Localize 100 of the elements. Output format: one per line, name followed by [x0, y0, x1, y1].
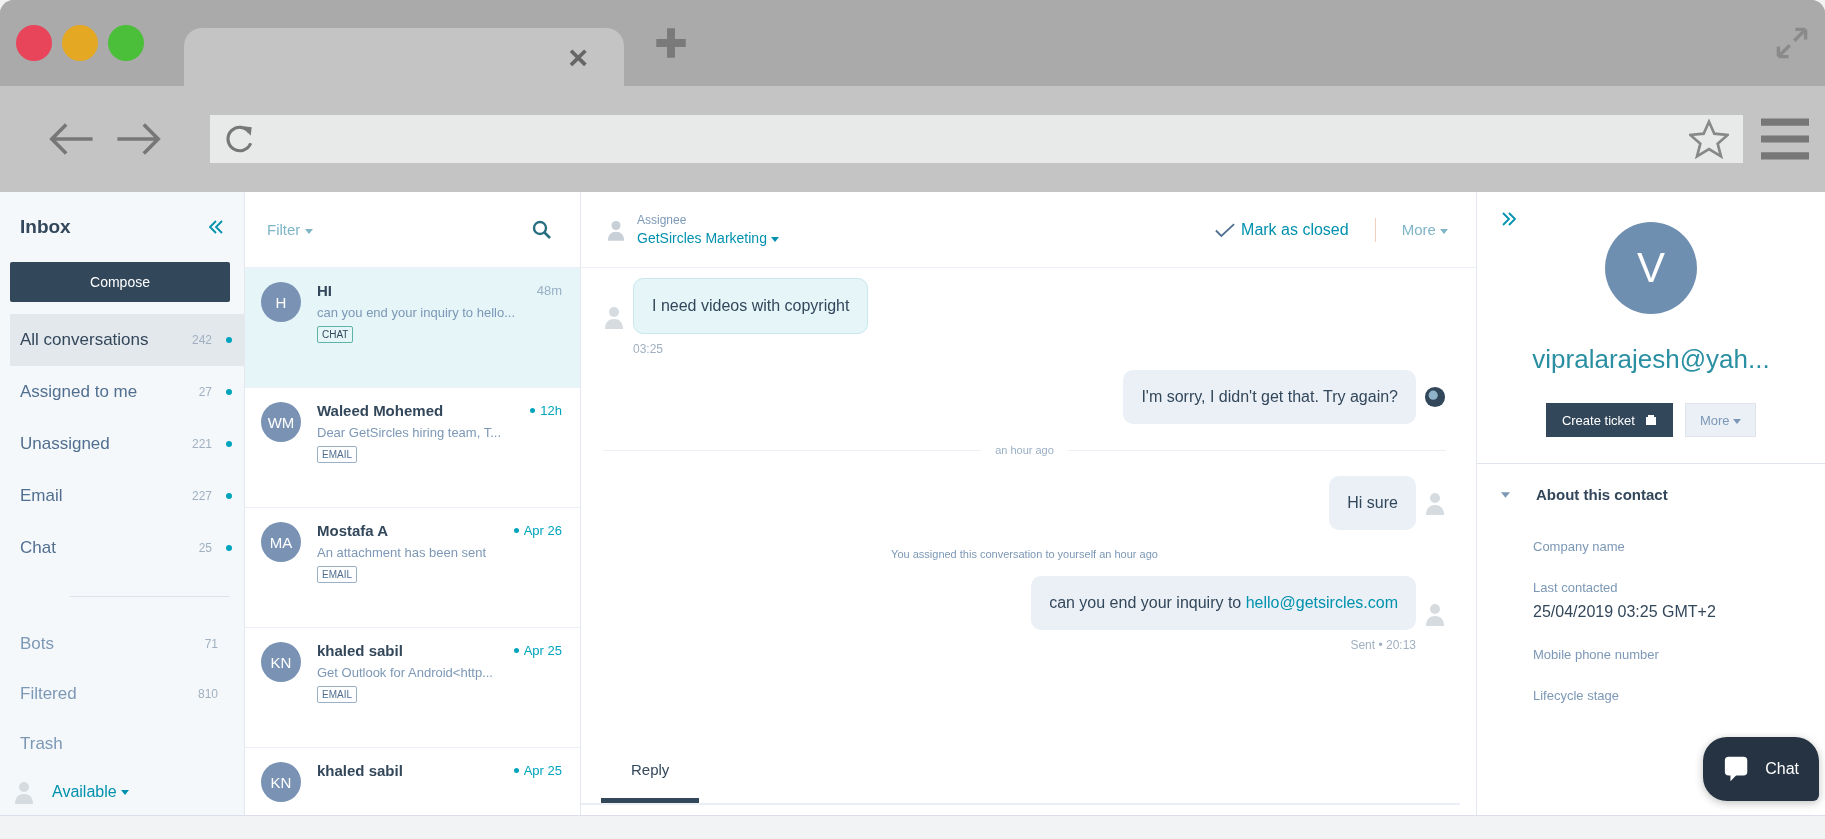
close-window-button[interactable] — [16, 25, 52, 61]
person-icon — [607, 218, 625, 241]
field-label: Mobile phone number — [1533, 647, 1660, 662]
contact-email[interactable]: vipralarajesh@yah... — [1532, 344, 1770, 375]
inbox-item-label: Unassigned — [20, 434, 111, 454]
field-label: Company name — [1533, 539, 1626, 554]
tab-close-button[interactable]: × — [568, 40, 588, 74]
channel-tag: EMAIL — [317, 446, 357, 463]
time-label: 48m — [536, 283, 562, 298]
message-preview: can you end your inquiry to hello... — [317, 305, 516, 320]
avatar: WM — [261, 402, 301, 442]
bot-avatar-icon — [1424, 385, 1446, 409]
message-text: can you end your inquiry to — [1049, 594, 1242, 611]
caret-icon — [1440, 228, 1448, 234]
message-preview: Get Outlook for Android<http... — [317, 665, 494, 680]
message-bubble: I'm sorry, I didn't get that. Try again? — [1123, 370, 1416, 424]
chat-button[interactable]: Chat — [1703, 737, 1819, 801]
more-button[interactable]: More — [1684, 403, 1757, 437]
channel-tag: EMAIL — [317, 566, 357, 583]
mark-as-closed-button[interactable]: Mark as closed — [1215, 220, 1349, 239]
time-divider-label: an hour ago — [995, 444, 1054, 456]
contact-name: khaled sabil — [317, 762, 403, 779]
assignee-dropdown[interactable]: GetSircles Marketing — [637, 230, 779, 246]
menu-icon[interactable] — [1761, 117, 1809, 161]
avatar: H — [261, 282, 301, 322]
time-label: Apr 26 — [523, 523, 562, 538]
message-time: Sent • 20:13 — [1350, 638, 1416, 652]
contact-name: Waleed Mohemed — [317, 402, 444, 419]
person-icon — [14, 780, 34, 804]
conversation-item[interactable]: MA Mostafa A Apr 26 An attachment has been sent EMAIL — [245, 508, 580, 628]
message-bubble: Hi sure — [1329, 476, 1416, 530]
count: 810 — [197, 687, 218, 701]
conversation-item[interactable]: KN khaled sabil Apr 25 Get Outlook for Android<http... EMAIL — [245, 628, 580, 748]
inbox-item[interactable]: Unassigned 221 — [10, 418, 244, 470]
time-label: Apr 25 — [523, 763, 562, 778]
caret-icon — [121, 790, 130, 796]
caret-icon — [770, 236, 779, 242]
message-preview: Dear GetSircles hiring team, T... — [317, 425, 502, 440]
check-icon — [1215, 222, 1236, 238]
message-bubble: I need videos with copyright — [633, 278, 869, 334]
inbox-item[interactable]: Bots 71 — [10, 619, 244, 669]
count: 25 — [198, 541, 212, 555]
field-label: Last contacted — [1533, 580, 1619, 595]
create-ticket-button[interactable]: Create ticket — [1545, 403, 1673, 437]
field-label: Lifecycle stage — [1533, 688, 1620, 703]
inbox-item-label: Chat — [20, 538, 57, 558]
inbox-item[interactable]: Trash — [10, 719, 244, 769]
inbox-item[interactable]: Filtered 810 — [10, 669, 244, 719]
count: 242 — [191, 333, 212, 347]
conversation-item[interactable]: KN khaled sabil Apr 25 — [245, 748, 580, 815]
avatar: MA — [261, 522, 301, 562]
count: 71 — [204, 637, 218, 651]
avatar: KN — [261, 642, 301, 682]
avatar: KN — [261, 762, 301, 802]
new-tab-icon[interactable] — [654, 26, 688, 60]
person-icon — [1424, 602, 1446, 626]
contact-avatar: V — [1605, 222, 1697, 314]
inbox-item-label: Email — [20, 486, 64, 506]
contact-name: Mostafa A — [317, 522, 389, 539]
channel-tag: CHAT — [317, 326, 354, 343]
inbox-item-label: Bots — [20, 634, 56, 654]
inbox-item[interactable]: Email 227 — [10, 470, 244, 522]
count: 221 — [191, 437, 212, 451]
conversation-item[interactable]: H HI 48m can you end your inquiry to hello... CHAT — [245, 268, 580, 388]
message-time: 03:25 — [633, 342, 664, 356]
count: 227 — [191, 489, 212, 503]
inbox-item-label: Assigned to me — [20, 382, 139, 402]
expand-icon[interactable] — [1775, 26, 1809, 60]
inbox-item[interactable]: Chat 25 — [10, 522, 244, 574]
assignee-label: Assignee — [637, 213, 688, 227]
system-note: You assigned this conversation to yourself an hour ago — [891, 548, 1158, 560]
inbox-item-label: Trash — [20, 734, 64, 754]
person-icon — [1424, 491, 1446, 515]
channel-tag: EMAIL — [317, 686, 357, 703]
contact-name: HI — [317, 282, 332, 299]
star-icon[interactable] — [1689, 119, 1729, 159]
caret-icon — [1733, 418, 1742, 424]
caret-icon[interactable] — [1501, 491, 1510, 498]
inbox-item-label: All conversations — [20, 330, 150, 350]
expand-icon[interactable] — [1501, 212, 1517, 226]
contact-name: khaled sabil — [317, 642, 403, 659]
compose-button[interactable]: Compose — [10, 262, 230, 302]
caret-icon — [304, 228, 313, 234]
message-preview: An attachment has been sent — [317, 545, 488, 560]
collapse-icon[interactable] — [208, 220, 224, 234]
time-label: 12h — [540, 403, 562, 418]
inbox-item[interactable]: Assigned to me 27 — [10, 366, 244, 418]
conversation-item[interactable]: WM Waleed Mohemed 12h Dear GetSircles hiring team, T... EMAIL — [245, 388, 580, 508]
inbox-title: Inbox — [20, 216, 71, 238]
time-label: Apr 25 — [523, 643, 562, 658]
browser-tab[interactable]: × — [184, 28, 624, 86]
reply-tab[interactable]: Reply — [601, 761, 700, 803]
inbox-item[interactable]: All conversations 242 — [10, 314, 244, 366]
person-icon — [603, 305, 625, 329]
email-link[interactable]: hello@getsircles.com — [1245, 594, 1398, 611]
section-title[interactable]: About this contact — [1536, 486, 1668, 503]
inbox-item-label: Filtered — [20, 684, 78, 704]
search-icon[interactable] — [532, 219, 552, 240]
availability-dropdown[interactable]: Available — [52, 783, 130, 801]
count: 27 — [198, 385, 212, 399]
